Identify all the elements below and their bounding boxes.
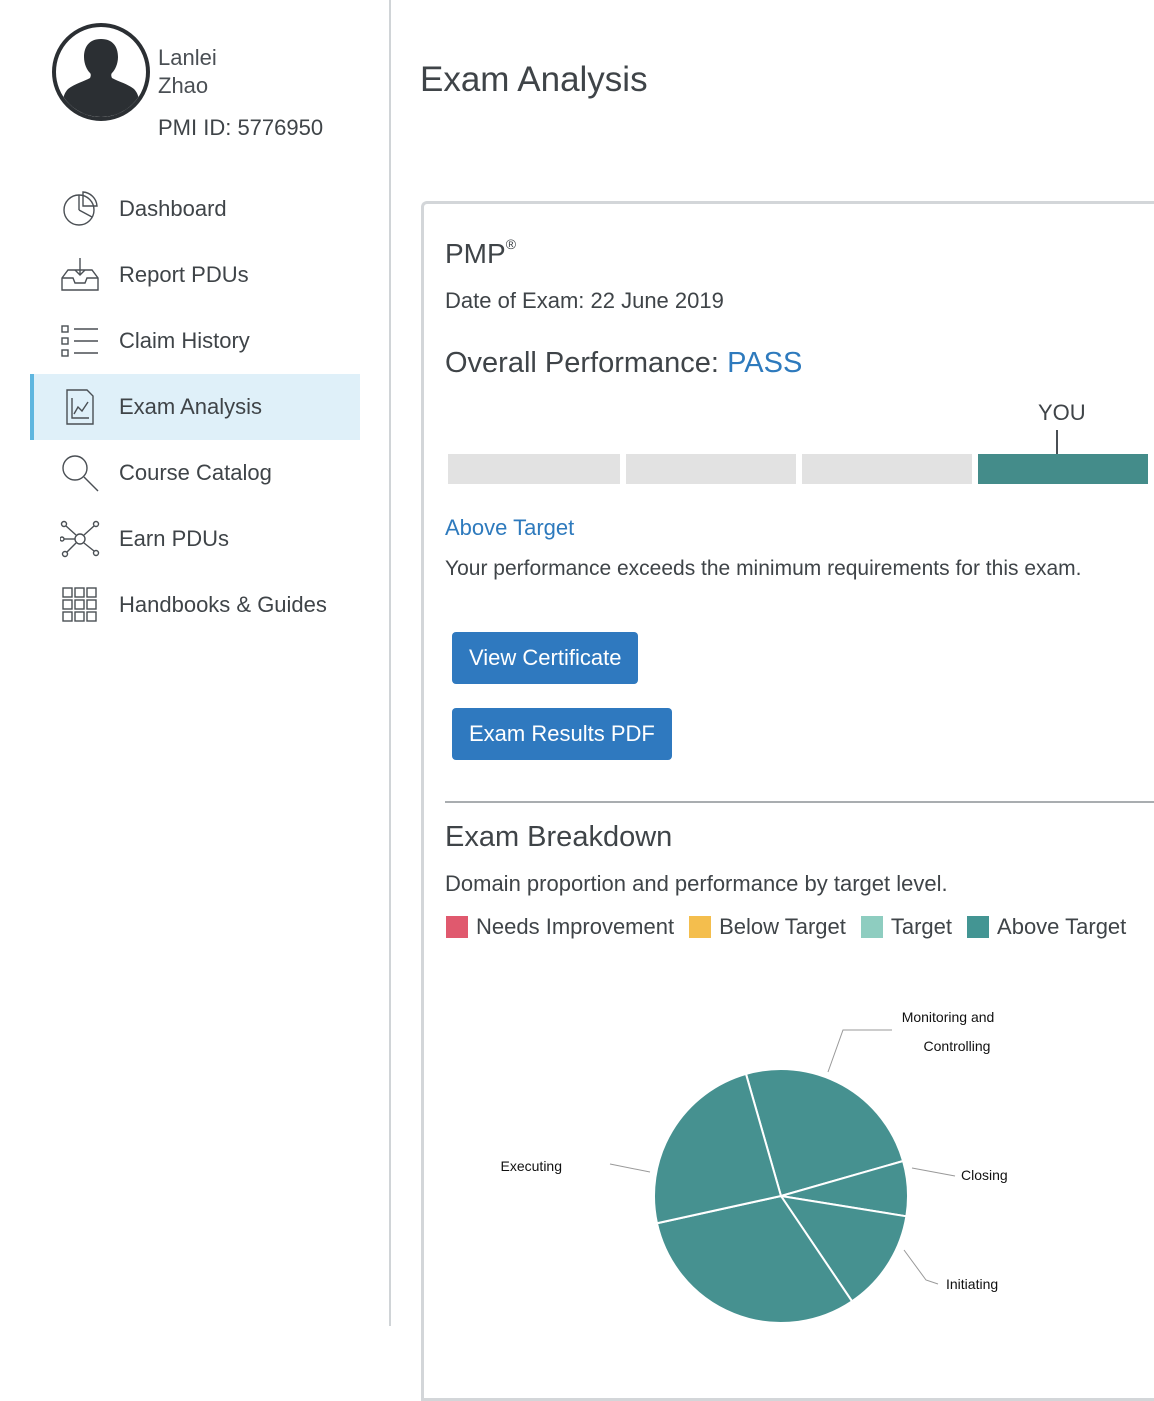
legend-swatch (860, 916, 883, 938)
sidebar: Lanlei Zhao PMI ID: 5776950 Dashboard Re… (0, 0, 391, 1326)
exam-date: Date of Exam: 22 June 2019 (445, 288, 724, 313)
sidebar-item-label: Report PDUs (119, 262, 249, 287)
pie-label-leader-line (609, 1163, 651, 1173)
sidebar-item-label: Course Catalog (119, 460, 272, 485)
section-divider (445, 801, 1154, 803)
sidebar-item-claim-history[interactable]: Claim History (30, 308, 360, 374)
performance-bar-target (802, 454, 972, 484)
pie-label-executing: Executing (501, 1158, 562, 1174)
sidebar-item-report-pdus[interactable]: Report PDUs (30, 242, 360, 308)
chart-document-icon (60, 387, 100, 427)
pie-label-closing: Closing (961, 1167, 1008, 1183)
legend-label: Needs Improvement (476, 914, 675, 939)
pmi-id: PMI ID: 5776950 (158, 115, 324, 140)
performance-bar-above-target (978, 454, 1148, 484)
user-first-name: Lanlei (158, 45, 217, 70)
sidebar-item-dashboard[interactable]: Dashboard (30, 176, 360, 242)
legend-label: Target (890, 914, 953, 939)
sidebar-nav: Dashboard Report PDUs Claim History Exam… (30, 176, 360, 638)
sidebar-item-handbooks-guides[interactable]: Handbooks & Guides (30, 572, 360, 638)
sidebar-item-label: Claim History (119, 328, 250, 353)
sidebar-item-label: Exam Analysis (119, 394, 263, 419)
pie-label-leader-line (827, 1029, 892, 1073)
pie-label-monitoring-and-controlling: Monitoring and (902, 1009, 995, 1025)
legend-swatch (967, 916, 990, 938)
registered-mark: ® (505, 235, 517, 252)
user-silhouette-icon (63, 39, 139, 117)
legend-label: Below Target (719, 914, 846, 939)
sidebar-item-course-catalog[interactable]: Course Catalog (30, 440, 360, 506)
pie-chart-icon (60, 189, 100, 229)
legend-swatch (446, 916, 468, 938)
sidebar-item-exam-analysis[interactable]: Exam Analysis (30, 374, 360, 440)
performance-bar-needs-improvement (448, 454, 620, 484)
pie-label-monitoring-and-controlling: Controlling (924, 1038, 991, 1054)
legend-swatch (689, 916, 712, 938)
grid-icon (60, 585, 100, 625)
legend-item-target: Target (860, 914, 953, 940)
you-marker-tick (1056, 430, 1058, 454)
pie-chart: Monitoring and Controlling Closing Initiati… (501, 1009, 1008, 1324)
exam-breakdown-subtitle: Domain proportion and performance by tar… (445, 871, 948, 896)
performance-level-link[interactable]: Above Target (445, 515, 574, 541)
chart-legend: Needs Improvement Below Target Target Ab… (446, 914, 1141, 940)
pie-label-leader-line (911, 1167, 956, 1177)
exam-breakdown-chart: Monitoring and Controlling Closing Initiati… (420, 990, 1154, 1326)
sidebar-item-label: Handbooks & Guides (119, 592, 327, 617)
network-icon (60, 519, 100, 559)
overall-performance-result: PASS (727, 347, 803, 379)
sidebar-item-label: Earn PDUs (119, 526, 230, 551)
inbox-download-icon (60, 255, 100, 295)
exam-breakdown-title: Exam Breakdown (445, 821, 673, 853)
view-certificate-button[interactable]: View Certificate (452, 632, 639, 684)
overall-performance: Overall Performance: PASS (445, 347, 802, 380)
user-last-name: Zhao (158, 73, 209, 98)
pie-label-initiating: Initiating (946, 1276, 998, 1292)
legend-label: Above Target (997, 914, 1127, 939)
overall-performance-label: Overall Performance: (445, 347, 719, 379)
search-icon (60, 453, 100, 493)
exam-name-text: PMP (445, 238, 506, 269)
performance-level-description: Your performance exceeds the minimum req… (445, 557, 1082, 580)
avatar[interactable] (52, 23, 150, 121)
exam-results-pdf-button[interactable]: Exam Results PDF (452, 708, 672, 760)
pie-label-leader-line (903, 1249, 939, 1285)
sidebar-item-label: Dashboard (119, 196, 227, 221)
legend-item-needs-improvement: Needs Improvement (446, 914, 674, 940)
sidebar-item-earn-pdus[interactable]: Earn PDUs (30, 506, 360, 572)
legend-item-above-target: Above Target (967, 914, 1126, 940)
list-icon (60, 321, 100, 361)
exam-name: PMP® (445, 235, 517, 270)
performance-bar-below-target (626, 454, 796, 484)
you-marker-label: YOU (1038, 400, 1086, 425)
legend-item-below-target: Below Target (689, 914, 846, 940)
page-title: Exam Analysis (420, 60, 648, 99)
